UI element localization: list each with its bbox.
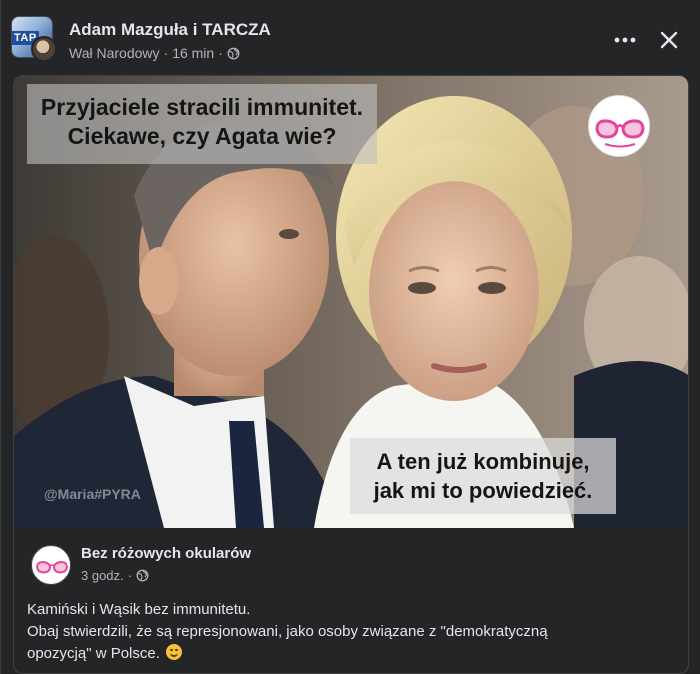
post-meta: Wał Narodowy · 16 min · — [69, 45, 240, 61]
post-text-line-last: opozycją" w Polsce. — [27, 643, 687, 665]
meme-caption-top: Przyjaciele stracili immunitet. Ciekawe,… — [27, 84, 377, 164]
facebook-shared-post: TAP Adam Mazguła i TARCZA Wał Narodowy ·… — [0, 0, 700, 674]
shared-post-body: Bez różowych okularów 3 godz. · Kamiński… — [14, 528, 688, 662]
subgroup-name[interactable]: Wał Narodowy — [69, 45, 160, 61]
meme-watermark: @Maria#PYRA — [44, 486, 141, 502]
close-icon — [660, 31, 678, 49]
post-text-line: Obaj stwierdzili, że są represjonowani, … — [27, 623, 548, 640]
group-name[interactable]: Adam Mazguła i TARCZA — [69, 20, 271, 40]
shared-post-card[interactable]: Przyjaciele stracili immunitet. Ciekawe,… — [13, 75, 689, 674]
shared-post-text: Kamiński i Wąsik bez immunitetu. Obaj st… — [27, 599, 687, 665]
shared-post-meta: 3 godz. · — [81, 568, 149, 583]
close-button[interactable] — [651, 22, 687, 58]
meme-caption-bottom-line1: A ten już kombinuje, — [376, 449, 590, 474]
meme-image[interactable]: Przyjaciele stracili immunitet. Ciekawe,… — [14, 76, 688, 528]
post-text-line: opozycją" w Polsce. — [27, 645, 160, 662]
glasses-logo-badge — [588, 95, 650, 157]
globe-icon[interactable] — [227, 47, 240, 60]
post-text-line: Kamiński i Wąsik bez immunitetu. — [27, 601, 251, 618]
grinning-face-emoji — [166, 644, 183, 660]
meta-separator: · — [218, 45, 223, 61]
meme-caption-bottom: A ten już kombinuje, jak mi to powiedzie… — [350, 438, 616, 514]
meta-separator: · — [163, 45, 169, 61]
post-time[interactable]: 16 min — [172, 45, 214, 61]
post-header: TAP Adam Mazguła i TARCZA Wał Narodowy ·… — [1, 0, 700, 72]
more-options-icon — [614, 37, 636, 43]
globe-icon[interactable] — [136, 569, 149, 582]
pink-glasses-icon — [36, 561, 68, 574]
meme-caption-top-line1: Przyjaciele stracili immunitet. — [40, 94, 364, 120]
meme-caption-top-line2: Ciekawe, czy Agata wie? — [67, 123, 337, 149]
author-avatar[interactable] — [31, 36, 57, 62]
page-name[interactable]: Bez różowych okularów — [81, 545, 251, 562]
meme-caption-bottom-line2: jak mi to powiedzieć. — [373, 478, 593, 503]
pink-glasses-icon — [595, 119, 645, 148]
more-options-button[interactable] — [607, 22, 643, 58]
page-avatar[interactable] — [31, 545, 71, 585]
meta-separator: · — [127, 568, 132, 583]
shared-post-time[interactable]: 3 godz. — [81, 568, 124, 583]
